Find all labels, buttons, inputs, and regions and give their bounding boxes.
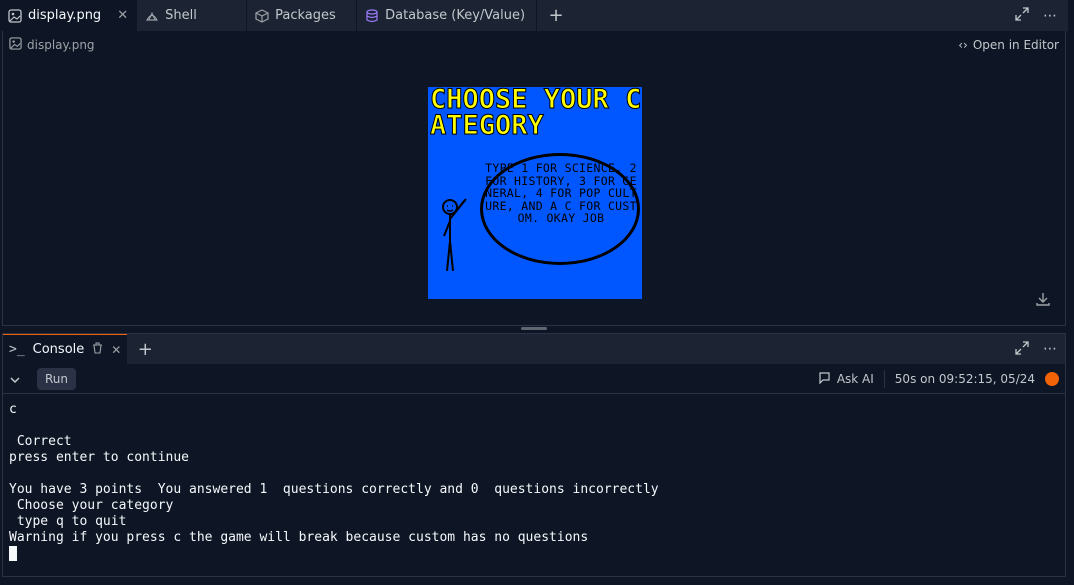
file-name: display.png [27, 38, 95, 52]
maximize-icon[interactable] [1015, 340, 1029, 359]
display-subbar: display.png ‹› Open in Editor [3, 31, 1065, 59]
terminal-prompt-icon: >_ [9, 342, 25, 357]
tab-display-png[interactable]: display.png ✕ [0, 0, 138, 31]
ask-ai-label: Ask AI [836, 371, 874, 386]
add-console-tab-button[interactable]: + [127, 339, 163, 360]
console-tab-bar: >_ Console ✕ + ⋯ [3, 334, 1065, 364]
code-icon: ‹› [958, 38, 968, 52]
console-line: press enter to continue [9, 450, 190, 465]
game-image: CHOOSE YOUR CATEGORY TYPE 1 FOR SCIENCE,… [428, 87, 642, 299]
text-cursor [9, 546, 17, 561]
close-icon[interactable]: ✕ [117, 8, 128, 23]
package-icon [255, 8, 269, 23]
database-icon [365, 8, 379, 23]
tab-shell[interactable]: Shell [137, 0, 248, 31]
open-in-editor-label: Open in Editor [972, 38, 1059, 52]
divider [883, 369, 885, 388]
console-line: ​ [9, 466, 1059, 482]
tab-label: display.png [28, 8, 102, 23]
console-line: c [9, 402, 17, 417]
top-tab-bar: display.png ✕ Shell Packages Database (K… [0, 0, 1068, 31]
more-options-icon[interactable]: ⋯ [1043, 341, 1057, 357]
console-cursor-line [9, 546, 1059, 563]
shell-icon [145, 9, 159, 23]
file-indicator: display.png [9, 37, 95, 53]
console-line: Correct [9, 434, 72, 449]
console-line: Warning if you press c the game will bre… [9, 530, 589, 545]
chevron-down-icon[interactable] [9, 369, 25, 388]
download-icon[interactable] [1035, 291, 1051, 311]
pane-resize-handle[interactable] [521, 327, 547, 330]
maximize-icon[interactable] [1015, 6, 1029, 25]
more-options-icon[interactable]: ⋯ [1043, 8, 1058, 24]
run-status-text: 50s on 09:52:15, 05/24 [894, 371, 1035, 386]
trash-icon[interactable] [92, 342, 103, 357]
image-icon [8, 8, 22, 23]
tab-packages[interactable]: Packages [247, 0, 358, 31]
console-pane: >_ Console ✕ + ⋯ Run Ask AI 50s on 09:52… [2, 333, 1066, 577]
console-tab-label: Console [32, 342, 85, 357]
console-line: Choose your category [9, 498, 174, 513]
game-title: CHOOSE YOUR CATEGORY [430, 87, 642, 141]
console-line: type q to quit [9, 514, 127, 529]
tab-label: Shell [165, 8, 197, 23]
close-icon[interactable]: ✕ [111, 343, 121, 357]
chat-icon [818, 371, 831, 387]
display-pane: display.png ‹› Open in Editor CHOOSE YOU… [2, 31, 1066, 326]
speech-bubble-text: TYPE 1 FOR SCIENCE, 2 FOR HISTORY, 3 FOR… [485, 161, 637, 226]
tab-label: Database (Key/Value) [385, 8, 526, 23]
console-run-bar: Run Ask AI 50s on 09:52:15, 05/24 [3, 364, 1065, 394]
add-tab-button[interactable]: + [537, 0, 575, 31]
image-icon [9, 37, 22, 53]
status-indicator [1045, 371, 1059, 386]
tab-console[interactable]: >_ Console ✕ [3, 334, 128, 364]
console-line: You have 3 points You answered 1 questio… [9, 482, 659, 497]
console-output[interactable]: c​ Correctpress enter to continue​You ha… [3, 394, 1065, 571]
stick-figure-icon [442, 198, 467, 271]
console-line: ​ [9, 418, 1059, 434]
ask-ai-button[interactable]: Ask AI [818, 371, 874, 387]
tab-label: Packages [275, 8, 336, 23]
open-in-editor-button[interactable]: ‹› Open in Editor [958, 38, 1059, 52]
run-button[interactable]: Run [37, 367, 77, 390]
tab-database[interactable]: Database (Key/Value) [357, 0, 538, 31]
